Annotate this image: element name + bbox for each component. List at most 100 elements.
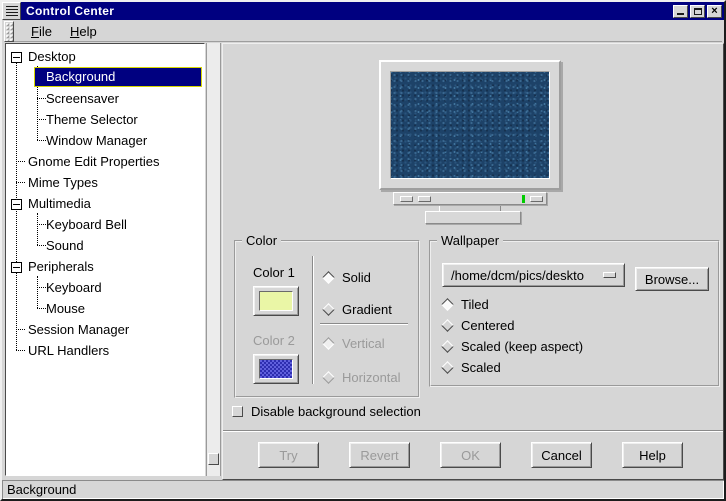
color1-swatch bbox=[259, 291, 293, 311]
tree: Desktop Background Screensaver Theme Sel… bbox=[6, 44, 204, 361]
minimize-button[interactable] bbox=[673, 5, 688, 18]
sidebar-item-keyboard-bell[interactable]: Keyboard Bell bbox=[6, 214, 204, 235]
tree-line bbox=[37, 119, 46, 120]
revert-button: Revert bbox=[349, 442, 410, 468]
sidebar-item-session-manager[interactable]: Session Manager bbox=[6, 319, 204, 340]
monitor-button-icon bbox=[400, 196, 413, 202]
sidebar-item-mouse[interactable]: Mouse bbox=[6, 298, 204, 319]
capplet-tree-sidebar: Desktop Background Screensaver Theme Sel… bbox=[5, 43, 205, 476]
sidebar-item-mime-types[interactable]: Mime Types bbox=[6, 172, 204, 193]
radio-unselected-icon bbox=[322, 371, 335, 384]
tree-line bbox=[37, 308, 46, 309]
window-title: Control Center bbox=[26, 4, 114, 18]
minimize-icon bbox=[677, 13, 684, 15]
tree-line bbox=[37, 287, 46, 288]
monitor-front-panel bbox=[393, 192, 547, 205]
collapse-icon[interactable] bbox=[11, 52, 22, 63]
close-icon: × bbox=[711, 6, 717, 16]
color2-label: Color 2 bbox=[253, 333, 295, 348]
disable-background-selection-checkbox[interactable] bbox=[232, 406, 243, 417]
radio-unselected-icon bbox=[441, 319, 454, 332]
color-frame: Color Color 1 Color 2 Solid Gradient Ver… bbox=[234, 240, 420, 398]
help-button[interactable]: Help bbox=[622, 442, 683, 468]
wallpaper-frame: Wallpaper /home/dcm/pics/deskto Browse..… bbox=[429, 240, 720, 387]
sidebar-item-desktop[interactable]: Desktop bbox=[6, 46, 204, 67]
monitor-button-icon bbox=[530, 196, 543, 202]
color1-picker-button[interactable] bbox=[253, 286, 299, 316]
sidebar-item-theme-selector[interactable]: Theme Selector bbox=[6, 109, 204, 130]
window-menu-icon bbox=[6, 6, 18, 17]
wallpaper-path: /home/dcm/pics/deskto bbox=[451, 268, 597, 283]
control-center-window: Control Center × File Help bbox=[0, 0, 726, 501]
sidebar-item-multimedia[interactable]: Multimedia bbox=[6, 193, 204, 214]
color-frame-legend: Color bbox=[242, 233, 281, 248]
status-text: Background bbox=[7, 482, 76, 497]
menu-help[interactable]: Help bbox=[61, 22, 106, 41]
pane-divider[interactable] bbox=[206, 43, 221, 476]
try-button: Try bbox=[258, 442, 319, 468]
sidebar-item-url-handlers[interactable]: URL Handlers bbox=[6, 340, 204, 361]
ok-button: OK bbox=[440, 442, 501, 468]
color1-label: Color 1 bbox=[253, 265, 295, 280]
tree-line bbox=[16, 182, 25, 183]
sidebar-item-keyboard[interactable]: Keyboard bbox=[6, 277, 204, 298]
color2-swatch bbox=[259, 359, 293, 379]
sidebar-item-sound[interactable]: Sound bbox=[6, 235, 204, 256]
wallpaper-preview-screen bbox=[390, 71, 550, 179]
window-menu-button[interactable] bbox=[2, 2, 21, 20]
radio-vertical: Vertical bbox=[324, 335, 385, 351]
collapse-icon[interactable] bbox=[11, 199, 22, 210]
radio-selected-icon bbox=[441, 298, 454, 311]
checkbox-label: Disable background selection bbox=[251, 404, 421, 419]
sidebar-item-gnome-edit-properties[interactable]: Gnome Edit Properties bbox=[6, 151, 204, 172]
tree-line bbox=[16, 161, 25, 162]
radio-selected-icon bbox=[322, 337, 335, 350]
sidebar-item-peripherals[interactable]: Peripherals bbox=[6, 256, 204, 277]
radio-solid[interactable]: Solid bbox=[324, 269, 371, 285]
collapse-icon[interactable] bbox=[11, 262, 22, 273]
menu-file[interactable]: File bbox=[22, 22, 61, 41]
sidebar-item-background[interactable]: Background bbox=[6, 67, 204, 88]
radio-unselected-icon bbox=[441, 340, 454, 353]
tree-line bbox=[37, 224, 46, 225]
titlebar: Control Center × bbox=[2, 2, 724, 20]
cancel-button[interactable]: Cancel bbox=[531, 442, 592, 468]
radio-scaled[interactable]: Scaled bbox=[443, 359, 501, 375]
disable-background-selection-row: Disable background selection bbox=[232, 404, 421, 419]
maximize-button[interactable] bbox=[690, 5, 705, 18]
sidebar-item-window-manager[interactable]: Window Manager bbox=[6, 130, 204, 151]
tree-line bbox=[37, 98, 46, 99]
tree-line bbox=[16, 350, 25, 351]
monitor-button-icon bbox=[418, 196, 431, 202]
wallpaper-file-dropdown[interactable]: /home/dcm/pics/deskto bbox=[442, 263, 625, 287]
menubar: File Help bbox=[4, 21, 722, 42]
wallpaper-frame-legend: Wallpaper bbox=[437, 233, 503, 248]
tree-line bbox=[16, 329, 25, 330]
separator bbox=[320, 323, 408, 324]
separator bbox=[312, 256, 313, 384]
titlebar-controls-bg: × bbox=[668, 2, 724, 20]
maximize-icon bbox=[694, 8, 702, 15]
pane-resize-handle[interactable] bbox=[208, 453, 219, 465]
monitor-base bbox=[425, 211, 521, 224]
monitor-power-led bbox=[522, 195, 525, 203]
close-button[interactable]: × bbox=[707, 5, 722, 18]
titlebar-drag-area[interactable]: Control Center bbox=[21, 2, 668, 20]
color2-picker-button[interactable] bbox=[253, 354, 299, 384]
radio-gradient[interactable]: Gradient bbox=[324, 301, 392, 317]
radio-scaled-keep-aspect[interactable]: Scaled (keep aspect) bbox=[443, 338, 583, 354]
sidebar-item-screensaver[interactable]: Screensaver bbox=[6, 88, 204, 109]
radio-tiled[interactable]: Tiled bbox=[443, 296, 489, 312]
browse-button[interactable]: Browse... bbox=[635, 267, 709, 291]
radio-unselected-icon bbox=[441, 361, 454, 374]
radio-selected-icon bbox=[322, 271, 335, 284]
option-menu-indicator-icon bbox=[603, 272, 616, 278]
monitor-preview bbox=[379, 60, 561, 190]
menubar-drag-handle-icon[interactable] bbox=[4, 21, 14, 42]
tree-line bbox=[37, 245, 46, 246]
status-bar: Background bbox=[2, 480, 724, 499]
tree-line bbox=[37, 140, 46, 141]
background-capplet-panel: Color Color 1 Color 2 Solid Gradient Ver… bbox=[222, 43, 724, 480]
radio-centered[interactable]: Centered bbox=[443, 317, 514, 333]
radio-horizontal: Horizontal bbox=[324, 369, 401, 385]
